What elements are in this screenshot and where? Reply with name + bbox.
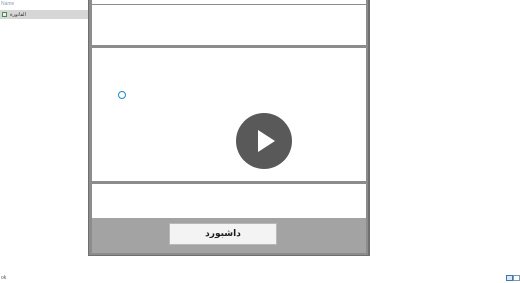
navigation-pane: Name الفاتورة [0,0,88,270]
play-triangle [258,130,275,152]
nav-pane-header: Name [1,1,15,7]
form-header-section [92,0,366,45]
nav-item-label: الفاتورة [10,11,26,18]
form-view-icon[interactable] [506,275,513,281]
app-window: Name الفاتورة داشبورد ok [0,0,520,283]
form-button-bar: داشبورد [92,218,366,253]
status-text: ok [1,275,7,281]
circle-icon [118,91,126,99]
form-icon [2,12,7,17]
status-bar: ok [0,274,520,283]
form-body [92,0,366,218]
play-icon[interactable] [236,113,292,169]
design-view-icon[interactable] [513,275,520,281]
nav-item-form[interactable]: الفاتورة [0,10,88,19]
form-footer-section [92,184,366,218]
dashboard-button[interactable]: داشبورد [169,223,277,245]
form-window: داشبورد [88,0,370,256]
form-detail-section [92,48,366,181]
